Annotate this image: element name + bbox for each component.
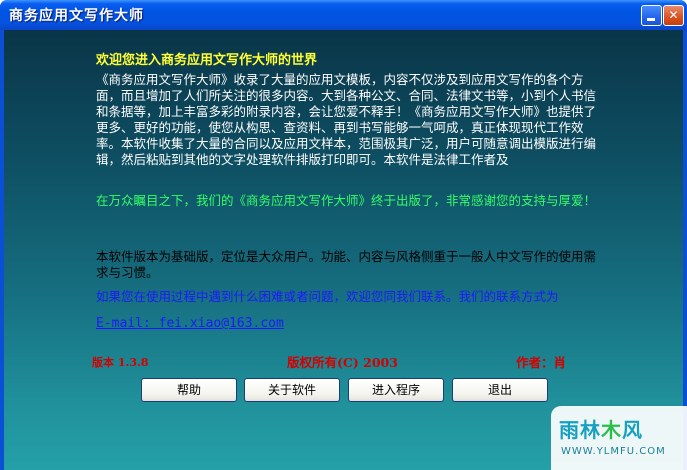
enter-program-button[interactable]: 进入程序: [348, 378, 444, 402]
about-button[interactable]: 关于软件: [244, 378, 340, 402]
watermark-logo: 雨林木风 WWW.YLMFU.COM: [551, 406, 687, 470]
close-icon: ✕: [668, 8, 679, 22]
thanks-paragraph: 在万众瞩目之下，我们的《商务应用文写作大师》终于出版了，非常感谢您的支持与厚爱！: [96, 193, 597, 208]
intro-paragraph: 《商务应用文写作大师》收录了大量的应用文模板，内容不仅涉及到应用文写作的各个方面…: [96, 72, 597, 167]
watermark-logo-mid: 木: [601, 418, 622, 442]
welcome-heading: 欢迎您进入商务应用文写作大师的世界: [96, 53, 318, 68]
email-link[interactable]: E-mail: fei.xiao@163.com: [96, 316, 284, 331]
edition-paragraph: 本软件版本为基础版，定位是大众用户。功能、内容与风格侧重于一般人中文写作的使用需…: [96, 249, 597, 280]
help-button[interactable]: 帮助: [141, 378, 237, 402]
version-label: 版本 1.3.8: [92, 356, 149, 369]
watermark-url: WWW.YLMFU.COM: [561, 446, 666, 457]
copyright-label: 版权所有(C) 2003: [287, 355, 398, 370]
exit-button[interactable]: 退出: [452, 378, 548, 402]
close-button[interactable]: ✕: [663, 5, 684, 26]
watermark-text: 雨林木风: [559, 414, 643, 443]
window-title: 商务应用文写作大师: [9, 8, 144, 24]
minimize-icon: [647, 18, 655, 21]
title-bar[interactable]: 商务应用文写作大师 ✕: [0, 0, 687, 30]
app-window: 商务应用文写作大师 ✕ 欢迎您进入商务应用文写作大师的世界 《商务应用文写作大师…: [0, 0, 687, 470]
contact-paragraph: 如果您在使用过程中遇到什么困难或者问题，欢迎您同我们联系。我们的联系方式为: [96, 289, 559, 304]
minimize-button[interactable]: [641, 5, 662, 26]
watermark-logo-left: 雨林: [559, 418, 601, 442]
author-label: 作者：肖: [516, 355, 567, 370]
watermark-logo-right: 风: [622, 418, 643, 442]
